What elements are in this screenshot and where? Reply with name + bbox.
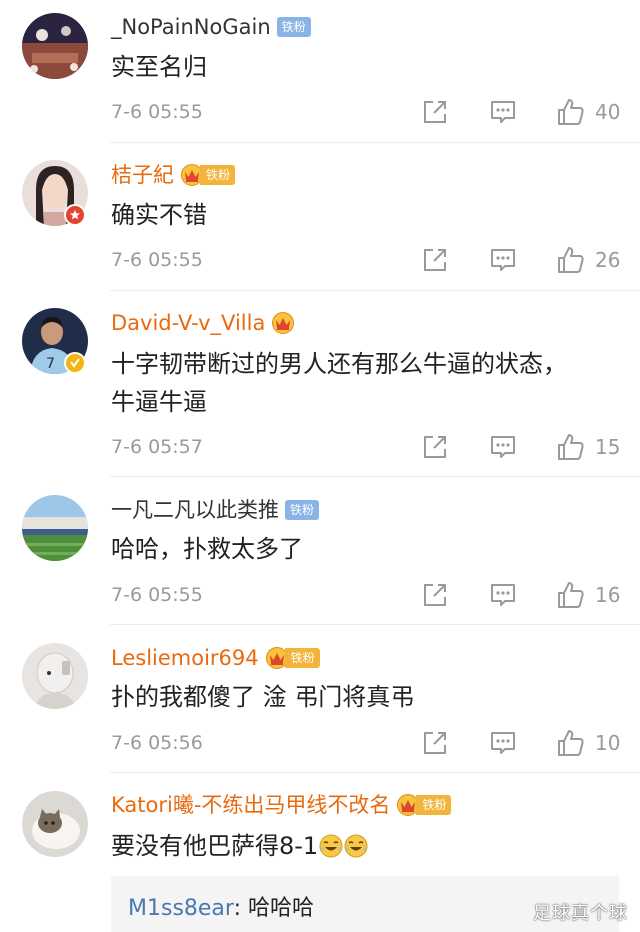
reply-text: : 哈哈哈 <box>233 896 314 921</box>
like-icon[interactable] <box>556 432 586 462</box>
avatar[interactable] <box>22 13 88 79</box>
like-count: 15 <box>595 435 621 459</box>
share-icon[interactable] <box>422 434 448 460</box>
like-count: 26 <box>595 248 621 272</box>
name-row: Lesliemoir694 铁粉 <box>111 643 320 673</box>
share-icon[interactable] <box>422 247 448 273</box>
comment-text-line: 十字韧带断过的男人还有那么牛逼的状态， <box>111 350 567 378</box>
avatar[interactable] <box>22 495 88 561</box>
comment-icon[interactable] <box>489 247 517 273</box>
comment-icon[interactable] <box>489 434 517 460</box>
comment-text-line: 牛逼牛逼 <box>111 388 207 416</box>
meta-row: 7-6 05:55 26 <box>111 245 620 275</box>
timestamp: 7-6 05:57 <box>111 436 203 458</box>
verified-badge-icon <box>64 352 86 374</box>
share-icon[interactable] <box>422 99 448 125</box>
username[interactable]: 一凡二凡以此类推 <box>111 495 279 525</box>
comment-icon[interactable] <box>489 730 517 756</box>
timestamp: 7-6 05:55 <box>111 101 203 123</box>
divider <box>110 772 640 773</box>
svg-text:7: 7 <box>46 356 55 372</box>
reply-username[interactable]: M1ss8ear <box>128 896 234 921</box>
avatar[interactable] <box>22 791 88 857</box>
username[interactable]: Katori曦-不练出马甲线不改名 <box>111 790 390 820</box>
username[interactable]: David-V-v_Villa <box>111 308 265 338</box>
like-icon[interactable] <box>556 580 586 610</box>
name-row: _NoPainNoGain 铁粉 <box>111 12 311 42</box>
crown-icon <box>271 312 295 334</box>
comment-text: 十字韧带断过的男人还有那么牛逼的状态， 牛逼牛逼 <box>111 345 620 421</box>
avatar[interactable] <box>22 643 88 709</box>
fan-badge-label: 铁粉 <box>200 165 236 185</box>
like-count: 10 <box>595 731 621 755</box>
like-icon[interactable] <box>556 245 586 275</box>
fan-badge: 铁粉 <box>396 794 452 816</box>
comment-text: 确实不错 <box>111 201 207 229</box>
laugh-cry-emoji-icon <box>344 834 368 858</box>
fan-badge: 铁粉 <box>285 500 320 520</box>
fan-badge: 铁粉 <box>276 17 311 37</box>
verified-badge-icon <box>64 204 86 226</box>
username[interactable]: 桔子紀 <box>111 160 174 190</box>
divider <box>110 624 640 625</box>
like-count: 40 <box>595 100 621 124</box>
divider <box>110 476 640 477</box>
username[interactable]: _NoPainNoGain <box>111 12 271 42</box>
name-row: Katori曦-不练出马甲线不改名 铁粉 <box>111 790 452 820</box>
watermark: 足球真个球 <box>533 903 628 924</box>
laugh-cry-emoji-icon <box>319 834 343 858</box>
share-icon[interactable] <box>422 730 448 756</box>
fan-badge-label: 铁粉 <box>284 648 320 668</box>
reply-item: M1ss8ear: 哈哈哈 <box>128 890 314 922</box>
comment-text: 实至名归 <box>111 53 207 81</box>
fan-badge: 铁粉 <box>265 647 320 669</box>
divider <box>110 290 640 291</box>
like-icon[interactable] <box>556 728 586 758</box>
name-row: David-V-v_Villa <box>111 308 295 338</box>
meta-row: 7-6 05:55 16 <box>111 580 620 610</box>
meta-row: 7-6 05:55 40 <box>111 97 620 127</box>
share-icon[interactable] <box>422 582 448 608</box>
fan-badge: 铁粉 <box>180 164 236 186</box>
name-row: 桔子紀 铁粉 <box>111 160 236 190</box>
timestamp: 7-6 05:55 <box>111 584 203 606</box>
divider <box>110 142 640 143</box>
comment-icon[interactable] <box>489 99 517 125</box>
comment-icon[interactable] <box>489 582 517 608</box>
comment-text: 哈哈，扑救太多了 <box>111 535 303 563</box>
fan-badge-label: 铁粉 <box>416 795 452 815</box>
comment-text: 要没有他巴萨得8-1 <box>111 827 620 865</box>
meta-row: 7-6 05:56 10 <box>111 728 620 758</box>
like-count: 16 <box>595 583 621 607</box>
comment-text: 扑的我都傻了 淦 弔门将真弔 <box>111 683 415 711</box>
like-icon[interactable] <box>556 97 586 127</box>
name-row: 一凡二凡以此类推 铁粉 <box>111 495 320 525</box>
comment-text-content: 要没有他巴萨得8-1 <box>111 832 319 860</box>
timestamp: 7-6 05:56 <box>111 732 203 754</box>
username[interactable]: Lesliemoir694 <box>111 643 259 673</box>
timestamp: 7-6 05:55 <box>111 249 203 271</box>
meta-row: 7-6 05:57 15 <box>111 432 620 462</box>
